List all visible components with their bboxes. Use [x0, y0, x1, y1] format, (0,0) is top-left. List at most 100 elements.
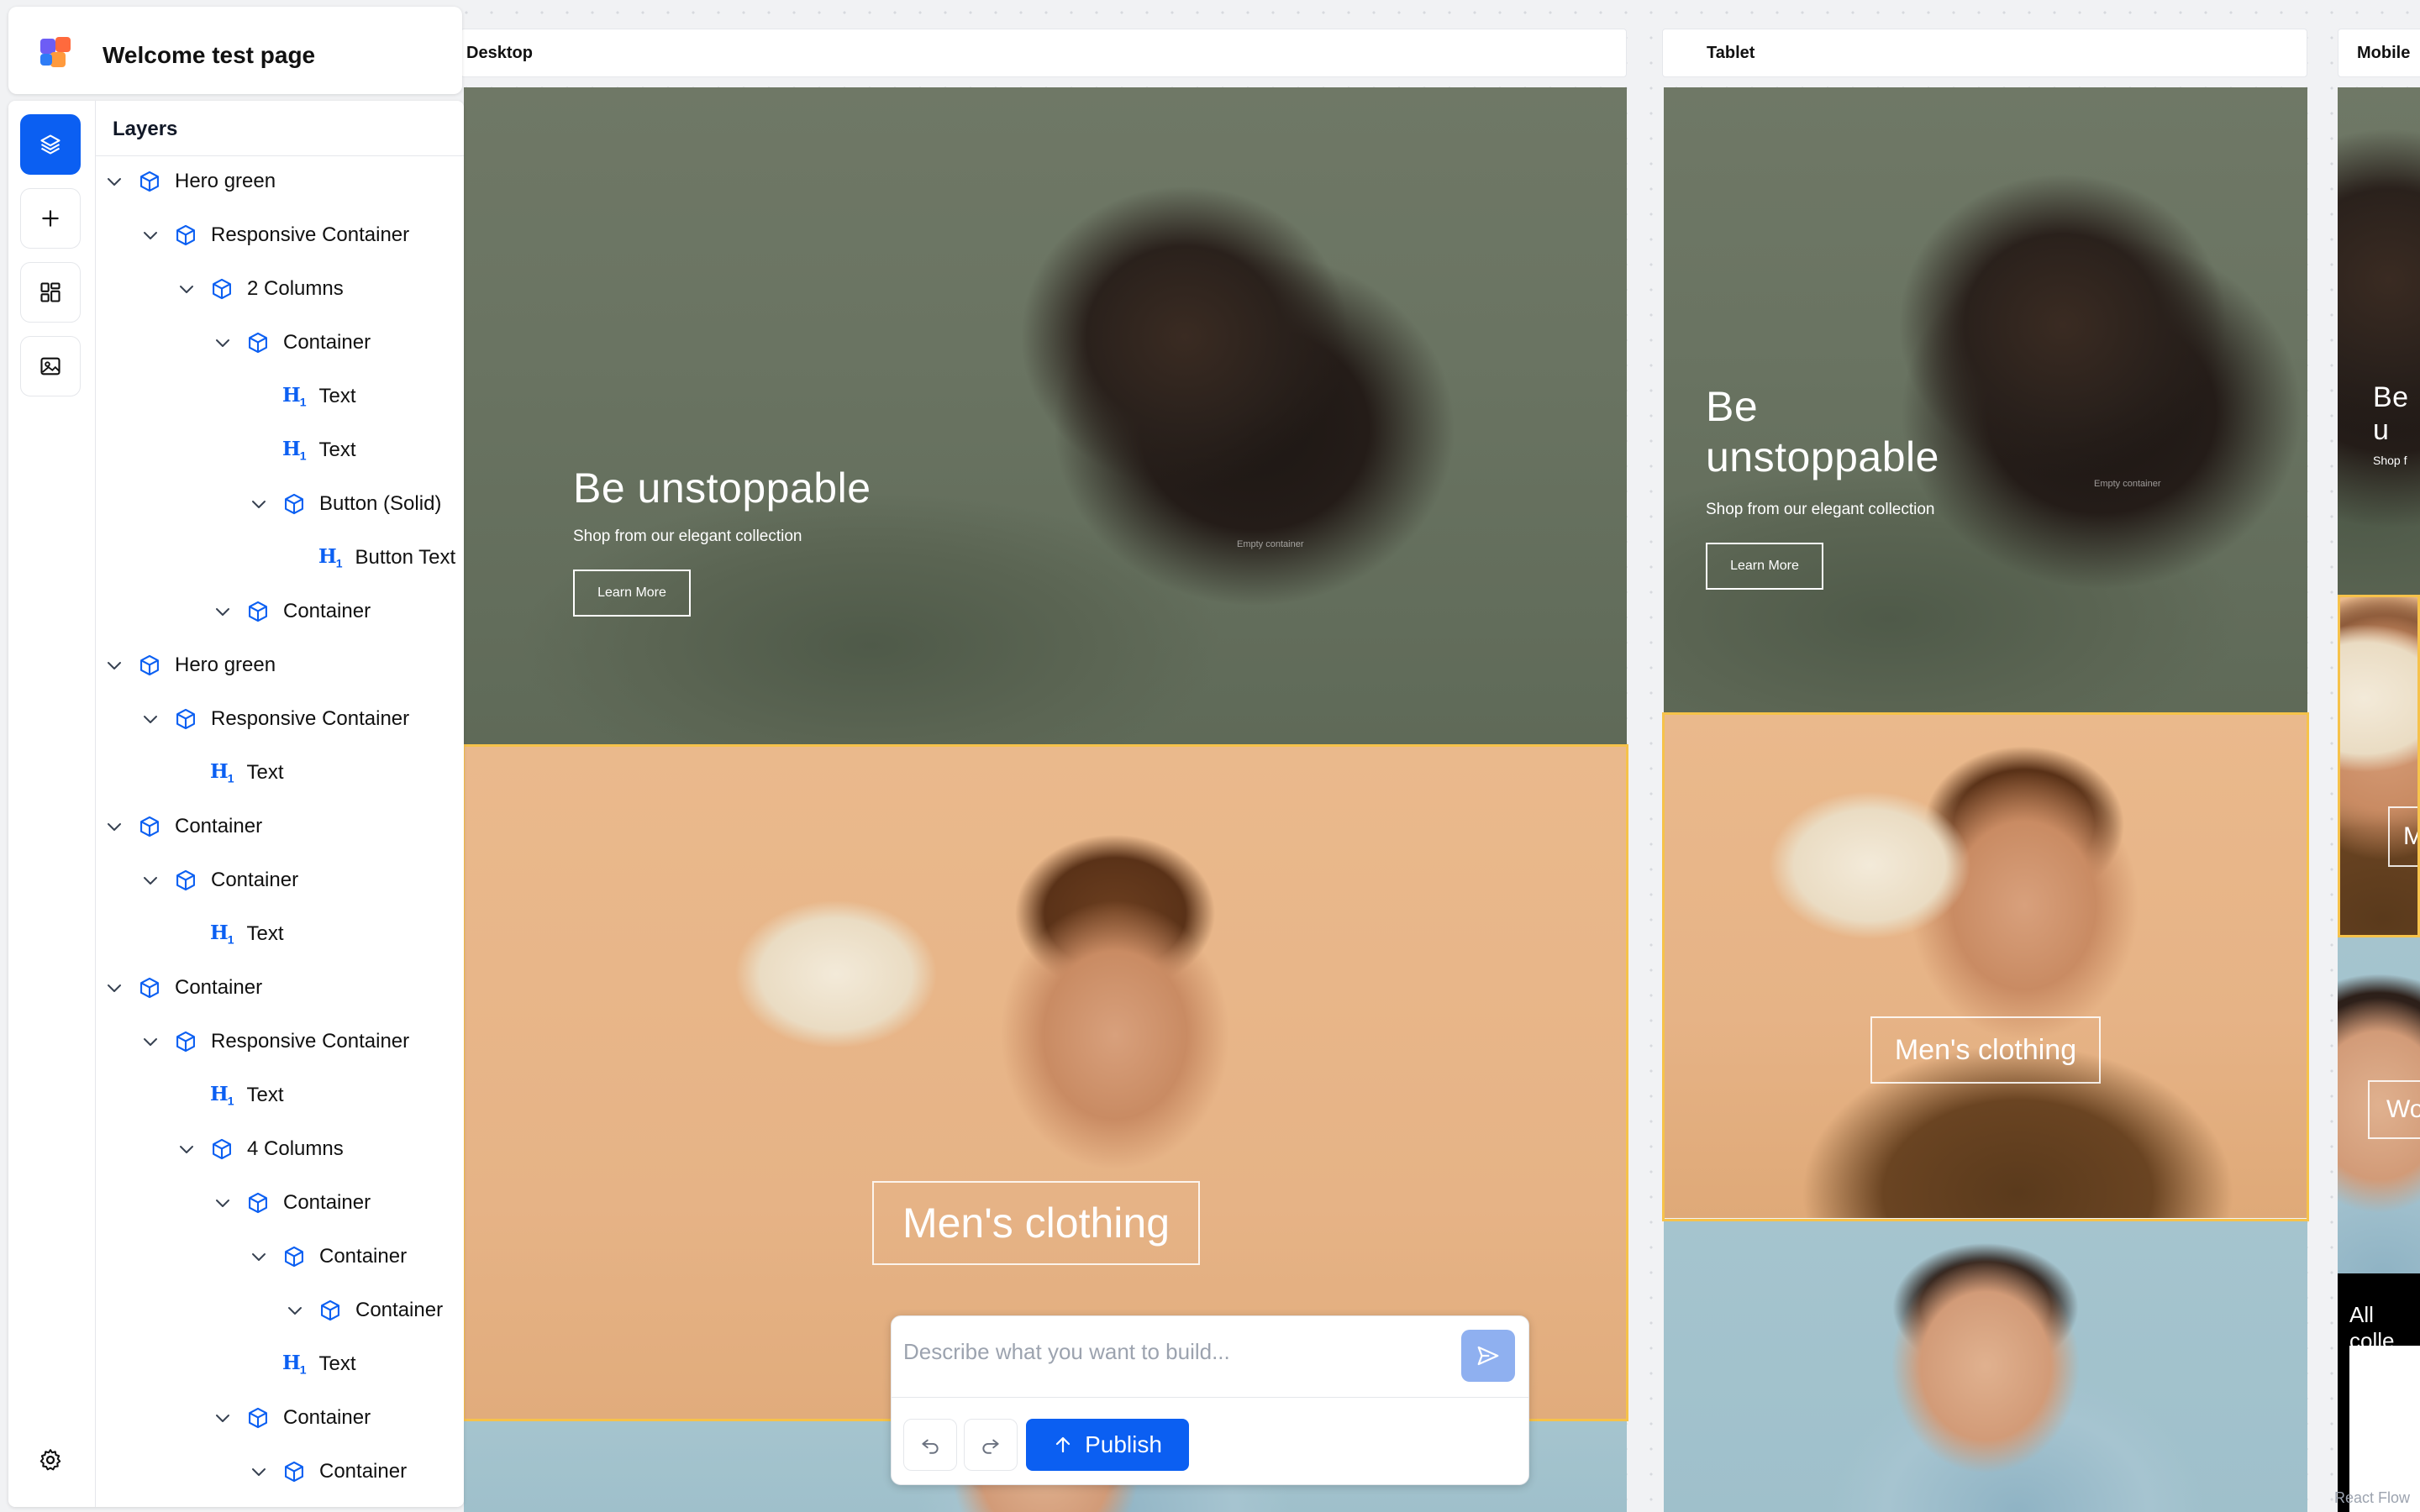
layer-row[interactable]: Container	[104, 801, 262, 852]
cube-icon	[140, 171, 159, 192]
layer-row[interactable]: Responsive Container	[140, 1016, 409, 1067]
layer-row[interactable]: H1 Text	[210, 748, 284, 798]
layers-title: Layers	[113, 118, 178, 140]
mobile-womens-clothing-label[interactable]: Wo	[2368, 1080, 2420, 1139]
chevron-down-icon[interactable]	[140, 225, 160, 245]
redo-button[interactable]	[964, 1419, 1018, 1471]
cube-icon	[213, 278, 231, 300]
tool-rail	[8, 101, 96, 1507]
layer-label: Hero green	[175, 170, 276, 192]
mobile-frame[interactable]: Be u Shop f M Wo All colle	[2338, 87, 2420, 1512]
chevron-down-icon[interactable]	[140, 1032, 160, 1052]
chevron-down-icon[interactable]	[140, 709, 160, 729]
layer-row[interactable]: Button (Solid)	[249, 479, 441, 529]
layer-row[interactable]: Container	[249, 1446, 407, 1497]
chevron-down-icon[interactable]	[140, 870, 160, 890]
layer-row[interactable]: H1 Text	[210, 1070, 284, 1121]
desktop-learn-more-button[interactable]: Learn More	[573, 570, 691, 617]
mobile-collection-card[interactable]	[2349, 1346, 2420, 1512]
layer-row[interactable]: H1 Button Text	[318, 533, 455, 583]
layer-row[interactable]: Responsive Container	[140, 694, 409, 744]
cube-icon	[176, 224, 195, 246]
cube-icon	[285, 1246, 303, 1268]
chevron-down-icon[interactable]	[213, 1408, 233, 1428]
tablet-mens-clothing-label[interactable]: Men's clothing	[1870, 1016, 2101, 1084]
chevron-down-icon[interactable]	[213, 1193, 233, 1213]
chevron-down-icon[interactable]	[213, 333, 233, 353]
desktop-hero-section[interactable]: Be unstoppable Shop from our elegant col…	[464, 87, 1627, 744]
media-button[interactable]	[20, 336, 81, 396]
frame-label-mobile[interactable]: Mobile	[2338, 29, 2420, 77]
layer-row[interactable]: H1 Text	[210, 909, 284, 959]
add-element-button[interactable]	[20, 188, 81, 249]
chevron-down-icon[interactable]	[249, 1462, 269, 1482]
tablet-mens-section[interactable]: Men's clothing	[1664, 714, 2307, 1218]
plus-icon	[42, 210, 59, 227]
frame-label-tablet[interactable]: Tablet	[1662, 29, 2307, 77]
layer-row[interactable]: H1 Text	[282, 425, 356, 475]
layer-row[interactable]: Container	[213, 586, 371, 637]
layer-row[interactable]: Hero green	[104, 156, 276, 207]
mobile-womens-section[interactable]: Wo	[2338, 937, 2420, 1273]
desktop-mens-clothing-label[interactable]: Men's clothing	[872, 1181, 1200, 1265]
mobile-collections-section[interactable]: All colle	[2338, 1273, 2420, 1512]
desktop-hero-subtitle: Shop from our elegant collection	[573, 528, 802, 545]
chevron-down-icon[interactable]	[104, 655, 124, 675]
layer-label: Text	[246, 1084, 284, 1106]
arrow-up-icon	[1055, 1436, 1071, 1453]
react-flow-attribution[interactable]: React Flow	[2334, 1489, 2410, 1507]
send-button[interactable]	[1461, 1330, 1515, 1382]
tablet-womens-section[interactable]	[1664, 1220, 2307, 1512]
tablet-learn-more-button[interactable]: Learn More	[1706, 543, 1823, 590]
layer-row[interactable]: Hero green	[104, 640, 276, 690]
publish-button[interactable]: Publish	[1026, 1419, 1189, 1471]
layer-row[interactable]: Responsive Container	[140, 210, 409, 260]
mobile-mens-section[interactable]: M	[2338, 596, 2420, 936]
cube-icon	[249, 601, 267, 622]
gear-icon	[39, 1449, 61, 1471]
desktop-frame[interactable]: Be unstoppable Shop from our elegant col…	[464, 87, 1627, 1512]
chevron-down-icon[interactable]	[104, 816, 124, 837]
undo-button[interactable]	[903, 1419, 957, 1471]
layer-label: Container	[283, 600, 371, 622]
layer-label: 4 Columns	[247, 1137, 344, 1160]
layer-row[interactable]: Container	[213, 1178, 371, 1228]
layer-label: Button Text	[355, 546, 456, 569]
layer-label: Text	[318, 438, 356, 461]
layers-button[interactable]	[20, 114, 81, 175]
tablet-frame[interactable]: Be unstoppable Shop from our elegant col…	[1664, 87, 2307, 1512]
prompt-input[interactable]	[903, 1328, 1424, 1375]
chevron-down-icon[interactable]	[249, 494, 269, 514]
layer-row[interactable]: Container	[213, 1393, 371, 1443]
layer-row[interactable]: 4 Columns	[176, 1124, 344, 1174]
tablet-hero-section[interactable]: Be unstoppable Shop from our elegant col…	[1664, 87, 2307, 712]
blocks-icon	[40, 282, 60, 302]
blocks-button[interactable]	[20, 262, 81, 323]
layer-row[interactable]: Container	[104, 963, 262, 1013]
layer-row[interactable]: Container	[213, 318, 371, 368]
cube-icon	[285, 493, 303, 515]
chevron-down-icon[interactable]	[104, 978, 124, 998]
layer-tree[interactable]: Hero green Responsive Container 2 Columns C…	[96, 156, 464, 1507]
layer-row[interactable]: H1 Text	[282, 1339, 356, 1389]
frame-label-desktop[interactable]: Desktop	[460, 29, 1627, 77]
cube-icon	[321, 1299, 339, 1321]
chevron-down-icon[interactable]	[104, 171, 124, 192]
send-icon	[1477, 1346, 1499, 1366]
layer-row[interactable]: Container	[249, 1231, 407, 1282]
mobile-hero-section[interactable]: Be u Shop f	[2338, 87, 2420, 595]
chevron-down-icon[interactable]	[176, 1139, 197, 1159]
mobile-mens-clothing-label[interactable]: M	[2388, 806, 2420, 867]
layer-row[interactable]: 2 Columns	[176, 264, 344, 314]
chevron-down-icon[interactable]	[176, 279, 197, 299]
tablet-empty-container[interactable]: Empty container	[2094, 479, 2160, 489]
chevron-down-icon[interactable]	[249, 1247, 269, 1267]
settings-button[interactable]	[20, 1430, 81, 1490]
layer-row[interactable]: Container	[285, 1285, 443, 1336]
cube-icon	[213, 1138, 231, 1160]
chevron-down-icon[interactable]	[213, 601, 233, 622]
layer-row[interactable]: H1 Text	[282, 371, 356, 422]
layer-row[interactable]: Container	[140, 855, 298, 906]
desktop-empty-container[interactable]: Empty container	[1237, 539, 1303, 549]
chevron-down-icon[interactable]	[285, 1300, 305, 1320]
